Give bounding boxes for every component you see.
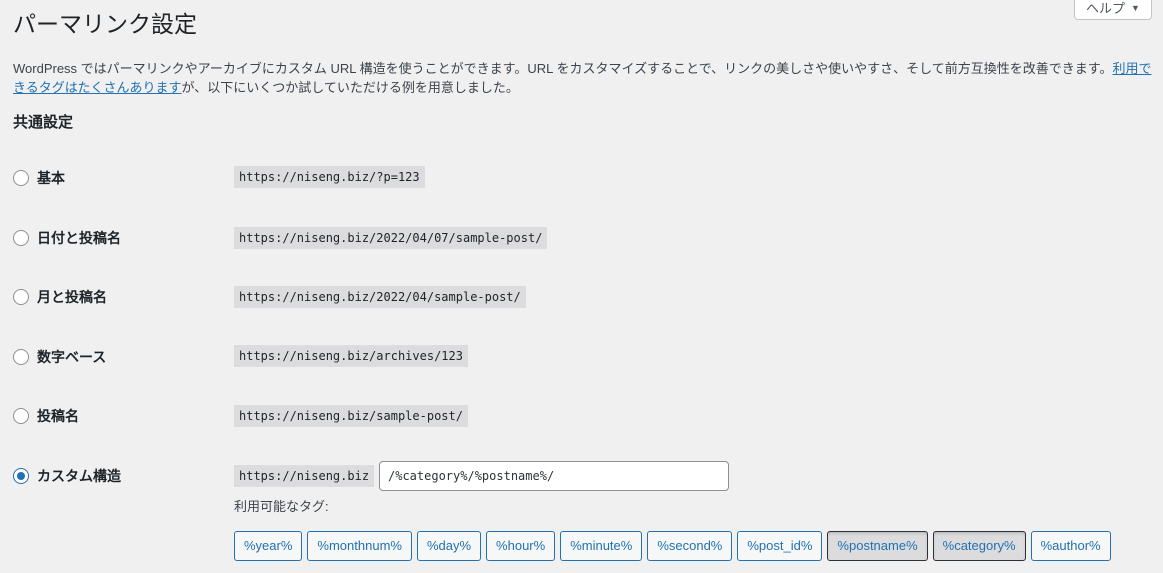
- option-month-and-name[interactable]: 月と投稿名: [13, 285, 107, 309]
- radio-selected-dot: [17, 472, 25, 480]
- intro-description: WordPress ではパーマリンクやアーカイブにカスタム URL 構造を使うこ…: [13, 59, 1153, 97]
- option-custom-structure[interactable]: カスタム構造: [13, 464, 121, 488]
- example-url-post-name: https://niseng.biz/sample-post/: [234, 405, 468, 427]
- available-tags-list: %year% %monthnum% %day% %hour% %minute% …: [234, 531, 1111, 561]
- tag-button-category[interactable]: %category%: [932, 531, 1026, 561]
- available-tags-label: 利用可能なタグ:: [234, 499, 329, 514]
- option-day-and-name[interactable]: 日付と投稿名: [13, 226, 121, 250]
- option-post-name[interactable]: 投稿名: [13, 404, 79, 428]
- radio-day-and-name[interactable]: [13, 230, 29, 246]
- example-url-day-and-name: https://niseng.biz/2022/04/07/sample-pos…: [234, 227, 548, 249]
- tag-button-hour[interactable]: %hour%: [486, 531, 556, 561]
- option-label-numeric: 数字ベース: [37, 349, 107, 365]
- custom-structure-base-url: https://niseng.biz: [234, 465, 375, 487]
- tag-button-minute[interactable]: %minute%: [560, 531, 643, 561]
- help-tab-button[interactable]: ヘルプ ▼: [1074, 0, 1152, 20]
- radio-month-and-name[interactable]: [13, 289, 29, 305]
- option-plain[interactable]: 基本: [13, 166, 65, 190]
- radio-custom-structure[interactable]: [13, 468, 29, 484]
- tag-button-postname[interactable]: %postname%: [827, 531, 928, 561]
- tag-button-author[interactable]: %author%: [1030, 531, 1111, 561]
- help-tab-label: ヘルプ: [1086, 1, 1126, 16]
- permalink-settings-page: ヘルプ ▼ パーマリンク設定 WordPress ではパーマリンクやアーカイブに…: [0, 0, 1163, 573]
- tag-button-second[interactable]: %second%: [647, 531, 733, 561]
- example-url-month-and-name: https://niseng.biz/2022/04/sample-post/: [234, 286, 526, 308]
- example-url-numeric: https://niseng.biz/archives/123: [234, 345, 468, 367]
- radio-numeric[interactable]: [13, 349, 29, 365]
- tag-button-post-id[interactable]: %post_id%: [737, 531, 823, 561]
- tag-button-year[interactable]: %year%: [234, 531, 303, 561]
- radio-post-name[interactable]: [13, 408, 29, 424]
- section-title-common-settings: 共通設定: [13, 114, 74, 131]
- page-title: パーマリンク設定: [13, 11, 197, 37]
- tag-button-day[interactable]: %day%: [416, 531, 482, 561]
- option-label-day-and-name: 日付と投稿名: [37, 230, 121, 246]
- radio-plain[interactable]: [13, 170, 29, 186]
- option-label-plain: 基本: [37, 170, 65, 186]
- caret-down-icon: ▼: [1131, 2, 1140, 13]
- option-label-post-name: 投稿名: [37, 408, 79, 424]
- tag-button-monthnum[interactable]: %monthnum%: [307, 531, 412, 561]
- example-url-plain: https://niseng.biz/?p=123: [234, 166, 425, 188]
- option-numeric[interactable]: 数字ベース: [13, 345, 106, 369]
- option-label-custom-structure: カスタム構造: [37, 468, 121, 484]
- intro-text-after: が、以下にいくつか試していただける例を用意しました。: [181, 80, 519, 95]
- custom-structure-input[interactable]: [379, 461, 729, 491]
- option-label-month-and-name: 月と投稿名: [37, 289, 107, 305]
- intro-text-before: WordPress ではパーマリンクやアーカイブにカスタム URL 構造を使うこ…: [13, 61, 1113, 76]
